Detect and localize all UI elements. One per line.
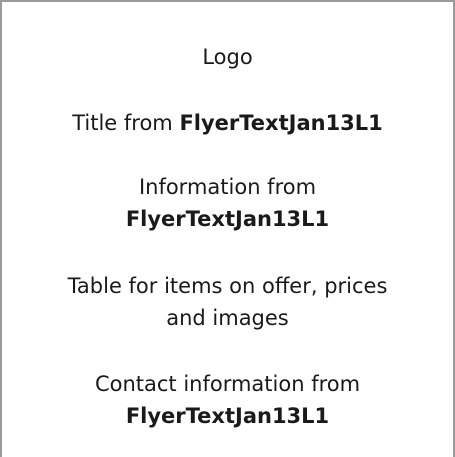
contact-source: FlyerTextJan13L1: [125, 404, 330, 428]
information-label: Information from: [138, 175, 317, 199]
information-source: FlyerTextJan13L1: [125, 207, 330, 231]
title-source: FlyerTextJan13L1: [179, 111, 383, 135]
title-line: Title from FlyerTextJan13L1: [0, 108, 455, 138]
table-line-continued: and images: [0, 303, 455, 333]
logo-placeholder: Logo: [0, 42, 455, 72]
table-line: Table for items on offer, prices: [0, 271, 455, 301]
information-source-line: FlyerTextJan13L1: [0, 204, 455, 234]
contact-line: Contact information from: [0, 369, 455, 399]
table-label-2: and images: [166, 306, 289, 330]
contact-label: Contact information from: [94, 372, 361, 396]
table-label-1: Table for items on offer, prices: [67, 274, 388, 298]
logo-label: Logo: [202, 45, 253, 69]
information-line: Information from: [0, 172, 455, 202]
title-prefix: Title from: [72, 111, 180, 135]
contact-source-line: FlyerTextJan13L1: [0, 401, 455, 431]
